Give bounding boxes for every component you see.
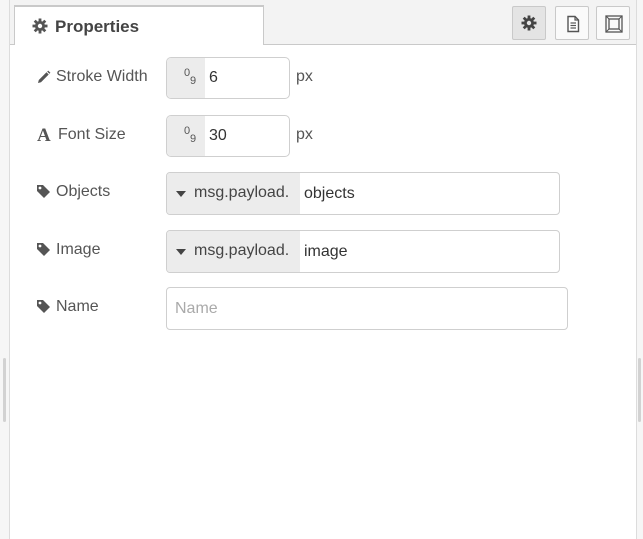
pencil-icon [36,70,51,90]
font-size-value: 30 [209,127,227,144]
tag-icon [36,242,51,262]
name-label: Name [56,298,99,315]
caret-down-icon [176,249,186,255]
stroke-width-label: Stroke Width [56,68,148,85]
font-size-field[interactable]: 0 9 30 [166,115,290,157]
font-size-label: Font Size [58,126,126,143]
left-resize-handle[interactable] [3,358,6,422]
caret-down-icon [176,191,186,197]
settings-button[interactable] [512,6,546,40]
objects-typed-input[interactable]: msg.payload. objects [166,172,560,215]
stroke-width-field[interactable]: 0 9 6 [166,57,290,99]
image-type-label: msg.payload. [194,242,290,259]
font-icon: A [37,125,51,146]
image-value: image [304,243,348,260]
number-type-icon: 0 9 [167,58,205,98]
left-panel-edge [0,0,10,539]
gear-icon [32,18,48,39]
document-icon [567,15,580,33]
objects-label: Objects [56,183,111,200]
appearance-button[interactable] [596,6,630,40]
stroke-width-unit: px [296,68,313,85]
gear-icon [521,15,537,31]
frame-icon [605,15,623,33]
tab-bar: Properties [10,0,636,45]
name-input[interactable] [167,288,567,329]
objects-type-select[interactable]: msg.payload. [167,173,300,214]
font-size-unit: px [296,126,313,143]
image-label: Image [56,241,101,258]
tab-properties[interactable]: Properties [14,5,264,45]
right-panel-edge [636,0,643,539]
objects-type-label: msg.payload. [194,184,290,201]
description-button[interactable] [555,6,589,40]
number-type-icon: 0 9 [167,116,205,156]
name-field[interactable] [166,287,568,330]
image-typed-input[interactable]: msg.payload. image [166,230,560,273]
tab-label: Properties [55,17,140,36]
right-resize-handle[interactable] [638,358,641,422]
tag-icon [36,299,51,319]
image-type-select[interactable]: msg.payload. [167,231,300,272]
tag-icon [36,184,51,204]
stroke-width-value: 6 [209,69,218,86]
objects-value: objects [304,185,355,202]
